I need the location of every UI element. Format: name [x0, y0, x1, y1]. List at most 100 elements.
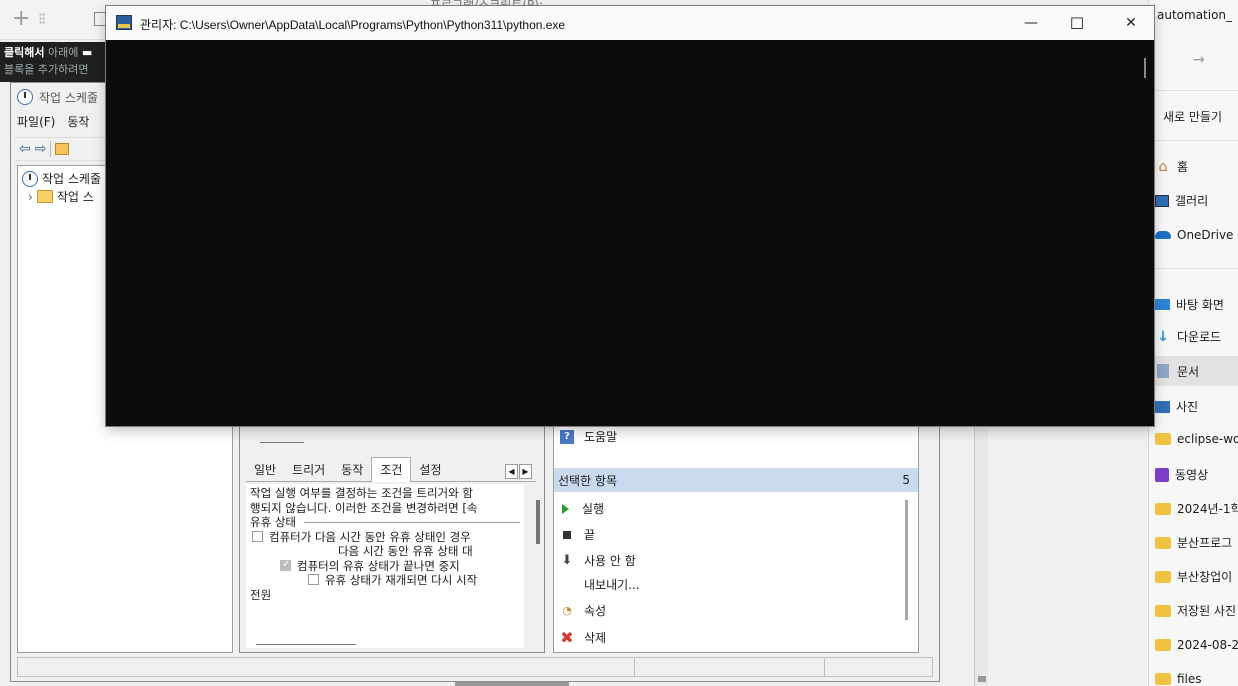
idle-stop-row[interactable]: 컴퓨터의 유휴 상태가 끝나면 중지 — [250, 558, 520, 574]
action-end-label: 끝 — [584, 528, 596, 542]
conditions-scrollbar[interactable] — [536, 500, 540, 544]
home-icon: ⌂ — [1158, 158, 1168, 175]
task-detail-panel: 일반 트리거 동작 조건 설정 ◀ ▶ 작업 실행 여부를 결정하는 조건을 트… — [239, 419, 545, 653]
idle-start-checkbox[interactable] — [252, 530, 263, 542]
action-help[interactable]: ? 도움말 — [560, 428, 617, 445]
selected-item-header[interactable]: 선택한 항목 5 — [554, 468, 918, 492]
tree-root[interactable]: 작업 스케줄 — [22, 170, 101, 187]
action-run[interactable]: 실행 — [560, 500, 604, 517]
close-button[interactable]: ✕ — [1108, 6, 1154, 40]
nav-gallery-label: 갤러리 — [1175, 194, 1209, 208]
tab-scroll-arrows: ◀ ▶ — [505, 464, 532, 479]
scheduler-titlebar: 작업 스케줄 — [17, 85, 98, 109]
console-title: 관리자: C:\Users\Owner\AppData\Local\Progra… — [140, 18, 566, 32]
pictures-icon — [1155, 400, 1170, 413]
tab-right-icon[interactable]: ▶ — [519, 464, 532, 479]
hint-line2: 블록을 추가하려면 — [4, 63, 89, 76]
divider — [1149, 90, 1238, 91]
tab-conditions[interactable]: 조건 — [371, 457, 412, 482]
selected-count: 5 — [902, 473, 910, 487]
idle-start-row[interactable]: 컴퓨터가 다음 시간 동안 유휴 상태인 경우 — [250, 530, 520, 545]
nav-folder-busan[interactable]: 부산창업이 — [1155, 568, 1232, 585]
folder-icon — [1155, 433, 1171, 445]
nav-folder-2024[interactable]: 2024년-1학 — [1155, 500, 1238, 517]
idle-stop-label: 컴퓨터의 유휴 상태가 끝나면 중지 — [297, 558, 460, 573]
console-scrollbar[interactable] — [1140, 40, 1154, 426]
action-properties[interactable]: ◔ 속성 — [560, 602, 606, 619]
document-icon — [1157, 364, 1169, 378]
action-delete[interactable]: ✖ 삭제 — [560, 628, 606, 647]
nav-home-label: 홈 — [1177, 160, 1189, 174]
nav-videos[interactable]: 동영상 — [1155, 466, 1208, 483]
nav-folder-2024-08[interactable]: 2024-08-2 — [1155, 638, 1238, 652]
hint-bold: 클릭해서 — [4, 46, 45, 59]
nav-eclipse-label: eclipse-wo — [1177, 432, 1238, 446]
idle-start-label: 컴퓨터가 다음 시간 동안 유휴 상태인 경우 — [269, 529, 471, 544]
play-icon — [562, 503, 569, 514]
chevron-right-icon[interactable]: › — [28, 190, 33, 204]
clock-icon — [17, 89, 33, 105]
minimize-button[interactable]: — — [1008, 6, 1054, 40]
tab-left-icon[interactable]: ◀ — [505, 464, 518, 479]
tab-settings[interactable]: 설정 — [411, 458, 449, 481]
folder-up-icon[interactable] — [55, 143, 70, 155]
action-export-label: 내보내기... — [584, 578, 640, 592]
divider — [1149, 268, 1238, 269]
nav-desktop[interactable]: 바탕 화면 — [1155, 296, 1224, 313]
nav-folder-files-label: files — [1177, 672, 1202, 686]
status-divider — [824, 658, 825, 676]
action-export[interactable]: 내보내기... — [560, 576, 640, 593]
idle-wait-label: 다음 시간 동안 유휴 상태 대 — [338, 544, 473, 558]
tree-library[interactable]: › 작업 스 — [28, 188, 94, 205]
task-tabs: 일반 트리거 동작 조건 설정 ◀ ▶ — [246, 457, 536, 482]
console-titlebar[interactable]: 관리자: C:\Users\Owner\AppData\Local\Progra… — [106, 6, 1154, 40]
divider — [1149, 140, 1238, 141]
folder-icon — [1155, 604, 1171, 617]
nav-folder-distributed[interactable]: 분산프로그 — [1155, 534, 1232, 551]
toolbar-divider — [50, 141, 52, 157]
action-properties-label: 속성 — [584, 604, 607, 618]
nav-eclipse[interactable]: eclipse-wo — [1155, 432, 1238, 446]
nav-onedrive[interactable]: OneDrive - — [1155, 228, 1238, 242]
add-block-hint: 클릭해서 아래에 ▬ 블록을 추가하려면 — [0, 42, 108, 82]
tab-triggers[interactable]: 트리거 — [284, 458, 333, 481]
python-icon — [116, 15, 132, 30]
nav-documents[interactable]: 문서 — [1149, 356, 1238, 386]
action-disable[interactable]: ⬇ 사용 안 함 — [560, 552, 636, 569]
forward-arrow-icon[interactable]: → — [1193, 52, 1205, 68]
background-scrollbar[interactable] — [974, 400, 988, 686]
add-icon[interactable]: + — [12, 6, 30, 31]
nav-home[interactable]: ⌂ 홈 — [1155, 158, 1189, 175]
idle-restart-label: 유휴 상태가 재개되면 다시 시작 — [325, 573, 478, 587]
nav-folder-saved-pictures[interactable]: 저장된 사진 — [1155, 602, 1236, 619]
nav-downloads[interactable]: ↓ 다운로드 — [1155, 328, 1221, 345]
idle-restart-checkbox[interactable] — [308, 574, 319, 585]
clock-icon — [22, 170, 38, 187]
nav-pictures[interactable]: 사진 — [1155, 398, 1198, 415]
tab-actions[interactable]: 동작 — [333, 458, 371, 481]
stop-icon — [563, 530, 571, 539]
divider — [303, 521, 520, 523]
console-output[interactable] — [106, 40, 1154, 426]
nav-gallery[interactable]: 갤러리 — [1155, 192, 1208, 209]
tab-general[interactable]: 일반 — [246, 458, 284, 481]
action-end[interactable]: 끝 — [560, 526, 595, 543]
help-icon: ? — [560, 429, 574, 444]
menu-action[interactable]: 동작 — [67, 113, 89, 130]
idle-restart-row[interactable]: 유휴 상태가 재개되면 다시 시작 — [250, 573, 520, 588]
new-button[interactable]: 새로 만들기 — [1163, 108, 1222, 125]
forward-icon[interactable]: ⇨ — [35, 141, 47, 157]
actions-scrollbar[interactable] — [905, 500, 908, 620]
h-scrollbar[interactable] — [256, 644, 356, 645]
nav-documents-label: 문서 — [1177, 364, 1200, 379]
back-icon[interactable]: ⇦ — [19, 141, 31, 157]
maximize-button[interactable]: ☐ — [1054, 6, 1100, 40]
nav-folder-files[interactable]: files — [1155, 672, 1202, 686]
menu-file[interactable]: 파일(F) — [17, 113, 55, 130]
idle-heading-row: 유휴 상태 — [250, 515, 520, 530]
desktop-icon — [1155, 299, 1170, 310]
drag-handle-icon[interactable]: ⁝⁝ — [38, 9, 46, 28]
tree-root-label: 작업 스케줄 — [42, 172, 102, 186]
idle-stop-checkbox[interactable] — [280, 558, 291, 572]
nav-folder-2024-08-label: 2024-08-2 — [1177, 638, 1238, 652]
